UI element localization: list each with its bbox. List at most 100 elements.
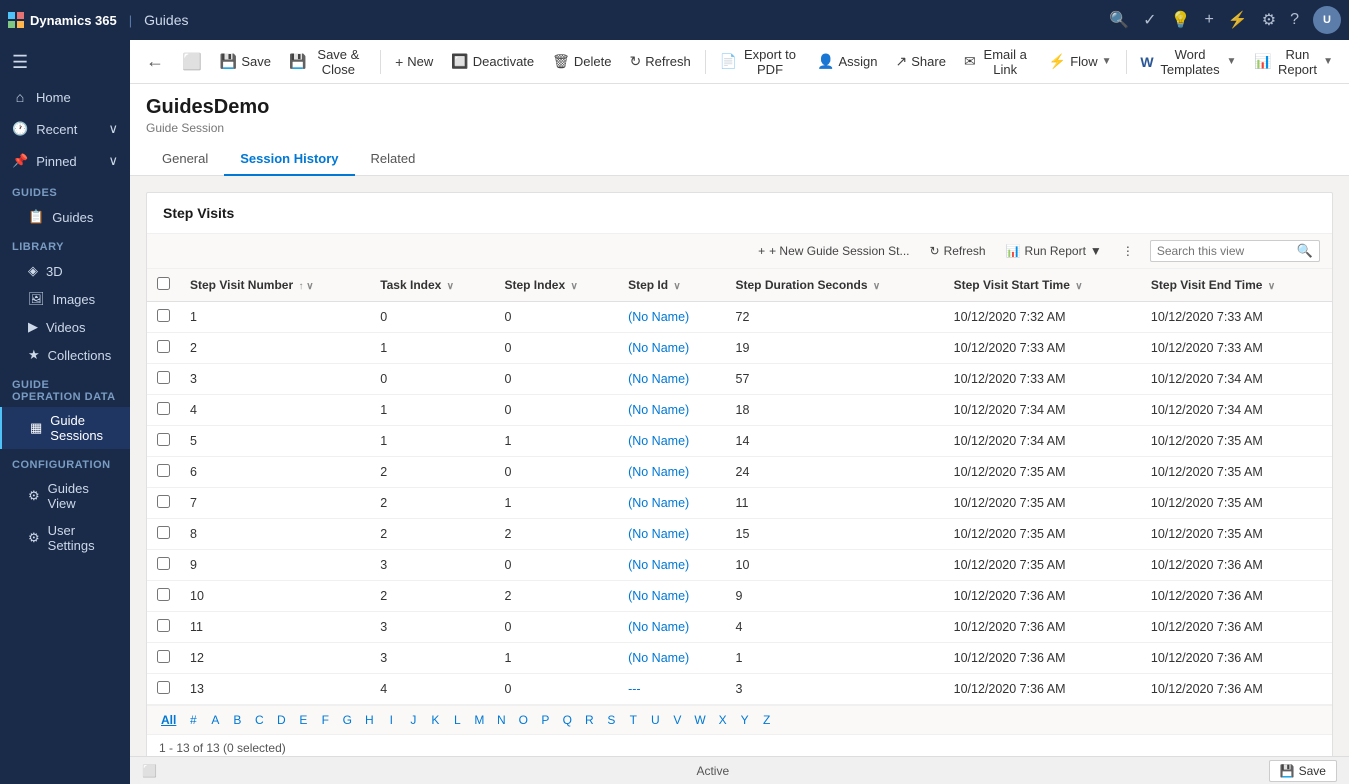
row-checkbox-cell[interactable] [147,426,180,457]
page-letter-c[interactable]: C [248,710,270,730]
row-checkbox[interactable] [157,495,170,508]
row-checkbox[interactable] [157,526,170,539]
cell-step-id[interactable]: (No Name) [618,426,725,457]
new-guide-session-button[interactable]: + + New Guide Session St... [750,240,917,262]
page-letter-o[interactable]: O [512,710,534,730]
sidebar-item-recent[interactable]: 🕐 Recent ∨ [0,113,130,145]
cell-step-id[interactable]: (No Name) [618,302,725,333]
row-checkbox[interactable] [157,650,170,663]
page-letter-d[interactable]: D [270,710,292,730]
back-button[interactable]: ← [138,47,172,76]
cell-step-id[interactable]: (No Name) [618,581,725,612]
avatar[interactable]: U [1313,6,1341,34]
col-step-id[interactable]: Step Id ∨ [618,269,725,302]
cell-step-id[interactable]: (No Name) [618,550,725,581]
page-letter-n[interactable]: N [490,710,512,730]
cell-step-id[interactable]: (No Name) [618,457,725,488]
page-letter-e[interactable]: E [292,710,314,730]
cell-step-id[interactable]: (No Name) [618,612,725,643]
cell-step-id[interactable]: (No Name) [618,519,725,550]
sidebar-item-guide-sessions[interactable]: ▦ Guide Sessions [0,407,130,449]
email-link-button[interactable]: ✉ Email a Link [956,43,1039,81]
word-templates-button[interactable]: W Word Templates ▼ [1132,43,1244,81]
row-checkbox[interactable] [157,309,170,322]
sidebar-item-collections[interactable]: ★ Collections [0,341,130,369]
refresh-button[interactable]: ↻ Refresh [622,49,699,74]
page-letter-b[interactable]: B [226,710,248,730]
delete-button[interactable]: 🗑 Delete [544,49,619,74]
sidebar-item-guides-view[interactable]: ⚙ Guides View [0,475,130,517]
page-letter-x[interactable]: X [712,710,734,730]
row-checkbox-cell[interactable] [147,333,180,364]
sidebar-item-images[interactable]: 🖼 Images [0,285,130,313]
col-step-duration[interactable]: Step Duration Seconds ∨ [726,269,944,302]
row-checkbox-cell[interactable] [147,643,180,674]
cell-step-id[interactable]: --- [618,674,725,705]
page-letter-v[interactable]: V [666,710,688,730]
row-checkbox[interactable] [157,371,170,384]
cell-step-id[interactable]: (No Name) [618,643,725,674]
expand-status-icon[interactable]: ⬜ [142,764,157,778]
filter-icon[interactable]: ⚡ [1228,10,1248,30]
page-letter-g[interactable]: G [336,710,358,730]
sidebar-item-3d[interactable]: ◈ 3D [0,257,130,285]
cell-step-id[interactable]: (No Name) [618,364,725,395]
page-letter-k[interactable]: K [424,710,446,730]
panel-run-report-button[interactable]: 📊 Run Report ▼ [998,240,1110,262]
page-letter-m[interactable]: M [468,710,490,730]
row-checkbox[interactable] [157,557,170,570]
row-checkbox-cell[interactable] [147,612,180,643]
deactivate-button[interactable]: 🔲 Deactivate [443,49,542,74]
help-icon[interactable]: 💡 [1171,10,1191,30]
cell-step-id[interactable]: (No Name) [618,395,725,426]
export-pdf-button[interactable]: 📄 Export to PDF [712,43,808,81]
row-checkbox-cell[interactable] [147,550,180,581]
page-letter-h[interactable]: H [358,710,380,730]
new-button[interactable]: + New [387,50,441,74]
page-letter-#[interactable]: # [182,710,204,730]
col-end-time[interactable]: Step Visit End Time ∨ [1141,269,1332,302]
tab-session-history[interactable]: Session History [224,143,354,176]
page-letter-p[interactable]: P [534,710,556,730]
page-letter-f[interactable]: F [314,710,336,730]
page-letter-i[interactable]: I [380,710,402,730]
row-checkbox-cell[interactable] [147,581,180,612]
search-icon[interactable]: 🔍 [1109,10,1129,30]
sidebar-item-home[interactable]: ⌂ Home [0,81,130,113]
status-save-button[interactable]: 💾 Save [1269,760,1337,782]
row-checkbox-cell[interactable] [147,519,180,550]
add-icon[interactable]: + [1204,11,1213,29]
row-checkbox[interactable] [157,433,170,446]
cell-step-id[interactable]: (No Name) [618,333,725,364]
sidebar-item-pinned[interactable]: 📌 Pinned ∨ [0,145,130,177]
row-checkbox[interactable] [157,588,170,601]
panel-more-button[interactable]: ⋮ [1114,240,1142,262]
row-checkbox[interactable] [157,464,170,477]
panel-refresh-button[interactable]: ↻ Refresh [922,240,994,262]
run-report-button[interactable]: 📊 Run Report ▼ [1246,43,1341,81]
row-checkbox-cell[interactable] [147,488,180,519]
page-letter-all[interactable]: All [155,710,182,730]
row-checkbox-cell[interactable] [147,457,180,488]
row-checkbox[interactable] [157,681,170,694]
page-letter-z[interactable]: Z [756,710,778,730]
cell-step-id[interactable]: (No Name) [618,488,725,519]
page-letter-t[interactable]: T [622,710,644,730]
row-checkbox[interactable] [157,402,170,415]
app-logo[interactable]: Dynamics 365 [8,12,117,28]
select-all-checkbox[interactable] [157,277,170,290]
save-close-button[interactable]: 💾 Save & Close [281,43,374,81]
col-task-index[interactable]: Task Index ∨ [370,269,494,302]
row-checkbox-cell[interactable] [147,674,180,705]
page-letter-w[interactable]: W [688,710,711,730]
row-checkbox-cell[interactable] [147,302,180,333]
row-checkbox[interactable] [157,619,170,632]
search-input[interactable] [1157,244,1297,258]
checkbox-header[interactable] [147,269,180,302]
page-letter-q[interactable]: Q [556,710,578,730]
tab-general[interactable]: General [146,143,224,176]
save-button[interactable]: 💾 Save [212,49,279,74]
share-button[interactable]: ↗ Share [888,49,954,74]
row-checkbox-cell[interactable] [147,364,180,395]
page-letter-l[interactable]: L [446,710,468,730]
